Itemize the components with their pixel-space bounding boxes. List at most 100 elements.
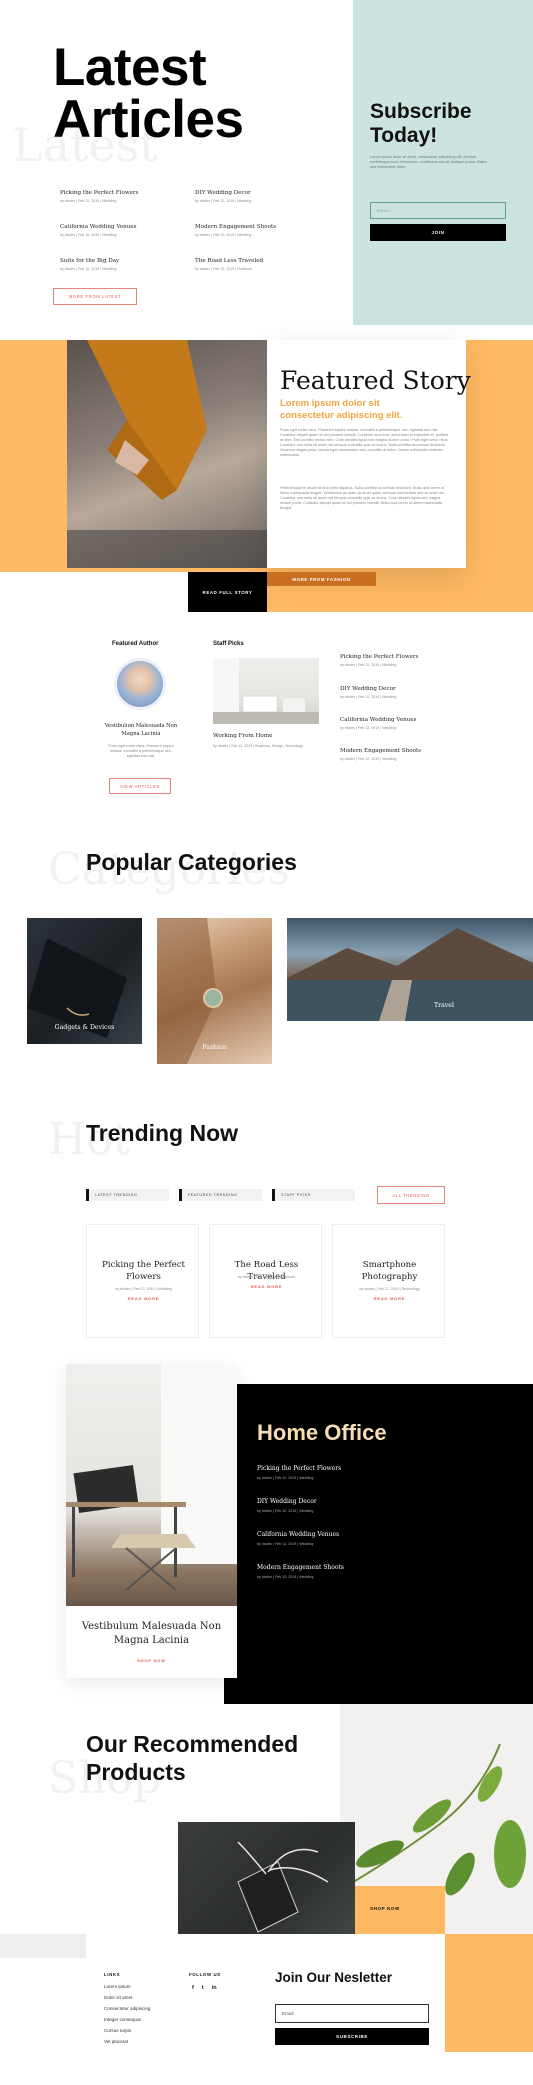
trending-card-meta: by divdev | Feb 12, 2019 | Wedding [115, 1287, 172, 1291]
featured-title: Featured Story [280, 366, 471, 395]
newsletter-email-input[interactable]: Email [275, 2004, 429, 2023]
category-label-gadgets: Gadgets & Devices [54, 1024, 115, 1031]
tab-featured-trending[interactable]: FEATURED TRENDING [179, 1189, 262, 1201]
trending-card-title[interactable]: The Road Less Traveled [218, 1259, 315, 1283]
newsletter-subscribe-button[interactable]: SUBSCRIBE [275, 2028, 429, 2045]
footer-link[interactable]: Integer consequat [104, 2017, 150, 2028]
staff-item-title[interactable]: California Wedding Venues [340, 717, 450, 723]
trending-card-2[interactable]: Smartphone Photography by divdev | Feb 1… [332, 1224, 445, 1338]
staff-item-1[interactable]: DIY Wedding Decor by divdev | Feb 12, 20… [340, 686, 450, 699]
home-office-item-title[interactable]: Picking the Perfect Flowers [257, 1465, 397, 1472]
latest-article-4[interactable]: Suits for the Big Day by divdev | Feb 12… [60, 258, 170, 271]
all-trending-button[interactable]: ALL TRENDING [377, 1186, 445, 1204]
trending-title: Trending Now [86, 1120, 239, 1146]
subscribe-title: Subscribe Today! [370, 100, 472, 148]
latest-article-1[interactable]: DIY Wedding Decor by divdev | Feb 12, 20… [195, 190, 305, 203]
footer-link[interactable]: Cursus turpis [104, 2028, 150, 2039]
home-office-item-1[interactable]: DIY Wedding Decor by divdev | Feb 12, 20… [257, 1498, 397, 1513]
home-office-item-0[interactable]: Picking the Perfect Flowers by divdev | … [257, 1465, 397, 1480]
author-name: Vestibulum Malesuada Non Magna Lacinia [104, 723, 178, 737]
home-office-item-2[interactable]: California Wedding Venues by divdev | Fe… [257, 1531, 397, 1546]
article-meta: by divdev | Feb 12, 2019 | Wedding [195, 199, 252, 203]
subscribe-email-input[interactable]: EMAIL [370, 202, 506, 219]
subscribe-body: Lorem ipsum dolor sit amet, consectetur … [370, 155, 487, 169]
more-from-latest-button[interactable]: MORE FROM LATEST [53, 288, 137, 305]
trending-card-read-more[interactable]: READ MORE [87, 1296, 200, 1301]
staff-item-2[interactable]: California Wedding Venues by divdev | Fe… [340, 717, 450, 730]
footer-link[interactable]: Dolor sit amet [104, 1995, 150, 2006]
twitter-icon[interactable]: t [202, 1985, 204, 1991]
home-office-product-name[interactable]: Vestibulum Malesuada Non Magna Lacinia [80, 1620, 223, 1648]
home-office-item-title[interactable]: Modern Engagement Shoots [257, 1564, 397, 1571]
sweater-arm-illustration [67, 340, 267, 568]
category-label-travel: Travel [434, 1002, 454, 1009]
staff-main-image[interactable] [213, 658, 319, 724]
article-title[interactable]: Modern Engagement Shoots [195, 224, 305, 230]
home-office-image[interactable] [66, 1364, 237, 1606]
recommended-title-line1: Our Recommended [86, 1731, 299, 1757]
staff-item-meta: by divdev | Feb 12, 2019 | Wedding [340, 726, 397, 730]
home-office-item-3[interactable]: Modern Engagement Shoots by divdev | Feb… [257, 1564, 397, 1579]
featured-paragraph-2: Pellentesque in ipsum id orci porta dapi… [280, 486, 445, 510]
staff-item-title[interactable]: Picking the Perfect Flowers [340, 654, 450, 660]
latest-article-2[interactable]: California Wedding Venues by divdev | Fe… [60, 224, 170, 237]
article-title[interactable]: DIY Wedding Decor [195, 190, 305, 196]
trending-card-read-more[interactable]: READ MORE [333, 1296, 446, 1301]
footer-link[interactable]: Consectetur adipiscing [104, 2006, 150, 2017]
article-title[interactable]: Suits for the Big Day [60, 258, 170, 264]
linkedin-icon[interactable]: in [212, 1985, 217, 1991]
staff-item-0[interactable]: Picking the Perfect Flowers by divdev | … [340, 654, 450, 667]
footer-links-list: Lorem ipsum Dolor sit amet Consectetur a… [104, 1984, 150, 2050]
staff-main-title[interactable]: Working From Home [213, 733, 272, 739]
tab-staff-picks[interactable]: STAFF PICKS [272, 1189, 355, 1201]
recommended-product-image[interactable] [178, 1822, 355, 1934]
featured-white-strip [0, 572, 188, 612]
latest-article-3[interactable]: Modern Engagement Shoots by divdev | Feb… [195, 224, 305, 237]
trending-card-title[interactable]: Smartphone Photography [345, 1259, 434, 1283]
category-label-fashion: Fashion [202, 1044, 227, 1051]
article-title[interactable]: Picking the Perfect Flowers [60, 190, 170, 196]
footer-link[interactable]: Vel placerat [104, 2039, 150, 2050]
subscribe-join-button[interactable]: JOIN [370, 224, 506, 241]
category-card-travel[interactable]: Travel [287, 918, 533, 1021]
trending-card-read-more[interactable]: READ MORE [210, 1284, 323, 1289]
recommended-shop-now[interactable]: SHOP NOW [355, 1906, 415, 1911]
author-avatar [114, 658, 166, 710]
home-office-item-title[interactable]: California Wedding Venues [257, 1531, 397, 1538]
article-title[interactable]: The Road Less Traveled [195, 258, 305, 264]
footer-links-heading: LINKS [104, 1972, 121, 1977]
facebook-icon[interactable]: f [192, 1985, 194, 1991]
desk-chair-illustration [66, 1364, 237, 1591]
article-title[interactable]: California Wedding Venues [60, 224, 170, 230]
category-card-fashion[interactable]: Fashion [157, 918, 272, 1064]
home-office-item-meta: by divdev | Feb 12, 2019 | Wedding [257, 1476, 314, 1480]
footer-link[interactable]: Lorem ipsum [104, 1984, 150, 1995]
staff-item-meta: by divdev | Feb 12, 2019 | Wedding [340, 695, 397, 699]
trending-card-0[interactable]: Picking the Perfect Flowers by divdev | … [86, 1224, 199, 1338]
read-full-story-button[interactable]: READ FULL STORY [188, 572, 267, 612]
trending-card-1[interactable]: The Road Less Traveled by divdev | Feb 1… [209, 1224, 322, 1338]
latest-title-line1: Latest [53, 38, 207, 97]
featured-image [67, 340, 267, 568]
view-articles-button[interactable]: VIEW ARTICLES [109, 778, 171, 794]
trending-card-title[interactable]: Picking the Perfect Flowers [99, 1259, 188, 1283]
tab-label: LATEST TRENDING [95, 1193, 138, 1197]
desk-illustration [213, 658, 319, 724]
featured-paragraph-1: Proin eget tortor risus. Praesent sapien… [280, 428, 449, 457]
staff-picks-heading: Staff Picks [213, 641, 244, 647]
home-office-shop-now[interactable]: SHOP NOW [66, 1658, 237, 1663]
latest-article-5[interactable]: The Road Less Traveled by divdev | Feb 1… [195, 258, 305, 271]
tab-latest-trending[interactable]: LATEST TRENDING [86, 1189, 169, 1201]
staff-item-title[interactable]: DIY Wedding Decor [340, 686, 450, 692]
tab-label: FEATURED TRENDING [188, 1193, 238, 1197]
category-card-gadgets[interactable]: Gadgets & Devices [27, 918, 142, 1044]
staff-item-3[interactable]: Modern Engagement Shoots by divdev | Feb… [340, 748, 450, 761]
latest-article-0[interactable]: Picking the Perfect Flowers by divdev | … [60, 190, 170, 203]
more-from-fashion-button[interactable]: MORE FROM FASHION [267, 572, 376, 586]
staff-item-title[interactable]: Modern Engagement Shoots [340, 748, 450, 754]
terrarium-illustration [237, 1841, 329, 1933]
recommended-title: Our Recommended Products [86, 1730, 298, 1786]
home-office-item-title[interactable]: DIY Wedding Decor [257, 1498, 397, 1505]
ring-hand-illustration [157, 918, 223, 1064]
featured-subtitle: Lorem ipsum dolor sit consectetur adipis… [280, 398, 403, 421]
